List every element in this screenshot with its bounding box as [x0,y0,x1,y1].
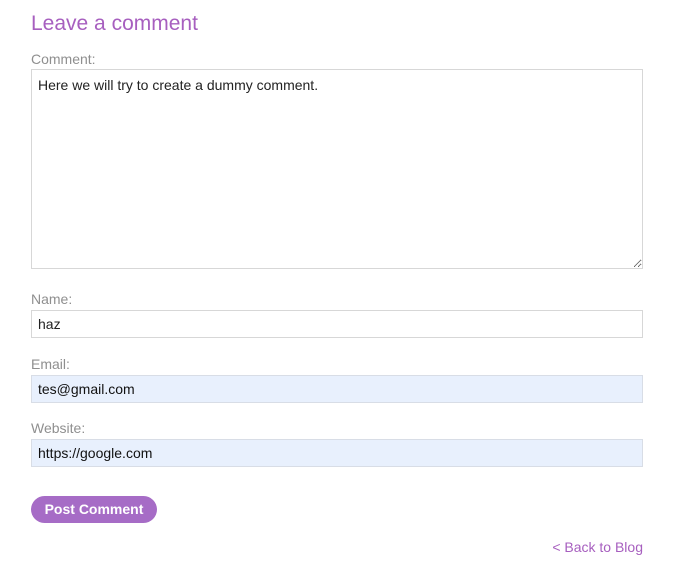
name-label: Name: [31,291,73,307]
email-input[interactable] [31,375,643,403]
comment-label: Comment: [31,51,96,67]
name-input[interactable] [31,310,643,338]
comment-textarea[interactable]: Here we will try to create a dummy comme… [31,69,643,269]
email-label: Email: [31,356,70,372]
back-to-blog-link[interactable]: < Back to Blog [552,539,643,555]
page-title: Leave a comment [31,12,198,35]
website-input[interactable] [31,439,643,467]
website-label: Website: [31,420,86,436]
post-comment-button[interactable]: Post Comment [31,496,157,523]
